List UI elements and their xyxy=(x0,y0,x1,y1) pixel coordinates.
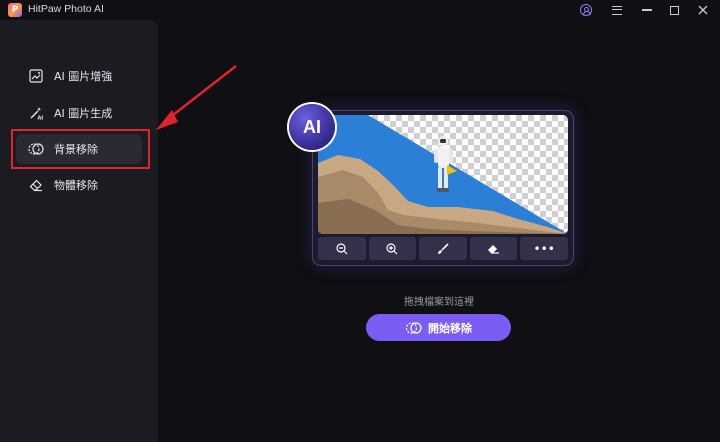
magic-wand-icon: AI xyxy=(28,105,44,121)
sample-astronaut-image xyxy=(318,115,568,234)
brush-button[interactable] xyxy=(419,237,467,260)
zoom-in-button[interactable] xyxy=(368,237,417,260)
start-remove-button[interactable]: 開始移除 xyxy=(366,314,511,341)
app-logo: P xyxy=(8,3,22,17)
annotation-arrow xyxy=(156,65,237,130)
drop-hint: 拖拽檔案到這裡 xyxy=(0,293,720,308)
ai-badge: AI xyxy=(289,104,335,150)
sidebar-item-label: AI 圖片生成 xyxy=(54,107,113,120)
close-button[interactable] xyxy=(695,2,711,18)
maximize-icon xyxy=(669,5,679,15)
sample-preview-image xyxy=(318,115,568,234)
account-button[interactable] xyxy=(578,2,594,18)
title-bar: P HitPaw Photo AI xyxy=(0,0,720,20)
maximize-button[interactable] xyxy=(666,2,682,18)
eraser-button[interactable] xyxy=(469,237,518,260)
more-button[interactable]: ••• xyxy=(520,237,568,260)
image-enhance-icon xyxy=(28,68,44,84)
menu-button[interactable] xyxy=(609,2,625,18)
svg-text:AI: AI xyxy=(38,116,44,121)
brush-icon xyxy=(437,242,449,254)
menu-icon xyxy=(612,5,622,15)
zoom-in-icon xyxy=(386,242,398,254)
preview-toolbar: ••• xyxy=(318,237,568,260)
minimize-button[interactable] xyxy=(639,2,655,18)
close-icon xyxy=(698,5,708,15)
zoom-out-button[interactable] xyxy=(318,237,366,260)
eraser-icon xyxy=(28,177,44,193)
more-icon: ••• xyxy=(533,241,555,256)
preview-card: ••• xyxy=(313,111,573,265)
background-remove-icon xyxy=(405,321,422,334)
user-icon xyxy=(580,4,592,16)
highlight-box xyxy=(11,129,150,169)
sidebar-item-ai-image-generate[interactable]: AI AI 圖片生成 xyxy=(16,98,142,128)
sidebar-item-object-remove[interactable]: 物體移除 xyxy=(16,170,142,200)
sidebar-item-label: 物體移除 xyxy=(54,179,98,192)
sidebar-item-label: AI 圖片增強 xyxy=(54,70,113,83)
minimize-icon xyxy=(642,9,652,11)
eraser-icon xyxy=(488,244,500,254)
drop-hint-text: 拖拽檔案到這裡 xyxy=(404,297,474,308)
sidebar-item-ai-image-enhance[interactable]: AI 圖片增強 xyxy=(16,61,142,91)
zoom-out-icon xyxy=(336,242,348,254)
app-title: HitPaw Photo AI xyxy=(28,3,104,15)
start-remove-label: 開始移除 xyxy=(428,321,472,335)
